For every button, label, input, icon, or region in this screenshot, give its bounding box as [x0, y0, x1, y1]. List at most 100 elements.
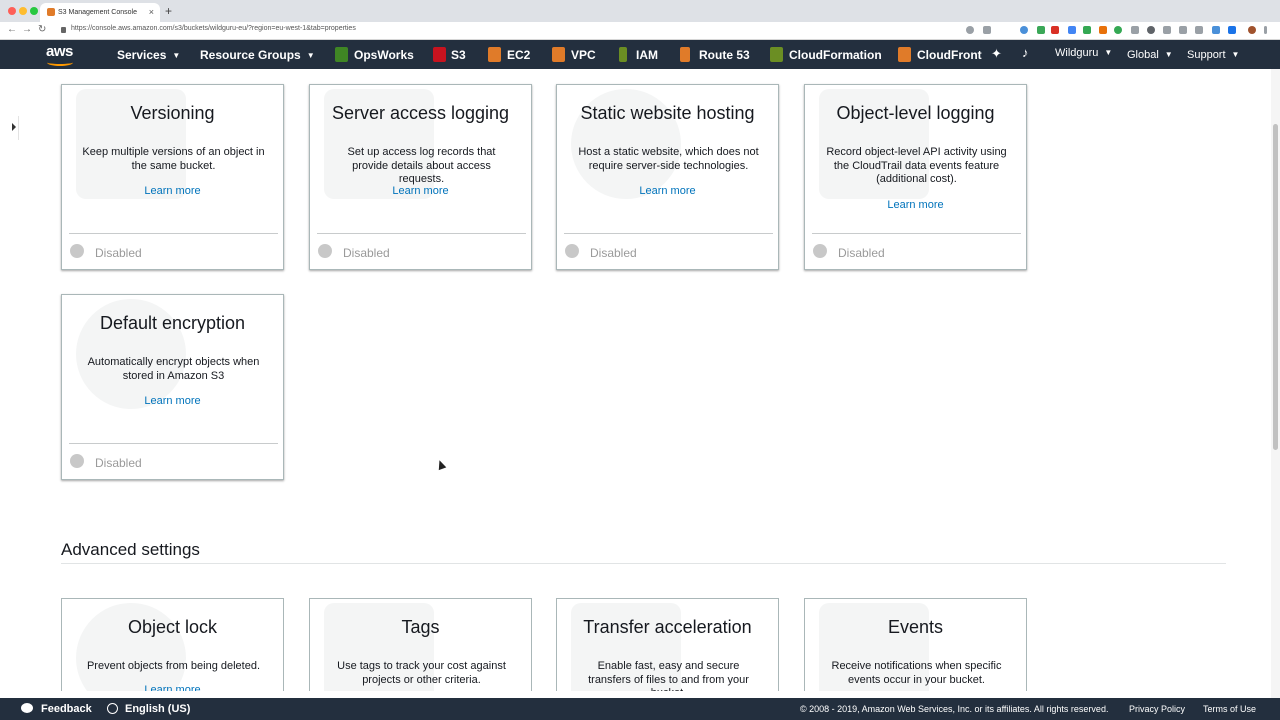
card-description: Record object-level API activity using t… [826, 146, 1007, 185]
extension-icon[interactable] [1228, 26, 1236, 34]
card-description: Automatically encrypt objects when store… [87, 356, 260, 382]
card-description: Keep multiple versions of an object in t… [82, 146, 265, 172]
extension-icon[interactable] [1020, 26, 1028, 34]
bell-icon[interactable]: ♪ [1022, 45, 1029, 60]
resource-groups-menu[interactable]: Resource Groups ▼ [200, 48, 315, 62]
status-text: Disabled [590, 246, 637, 260]
shortcut-iam[interactable]: IAM [636, 48, 658, 62]
feedback-link[interactable]: Feedback [41, 703, 92, 715]
zoom-icon[interactable] [966, 26, 974, 34]
card-title: Events [887, 617, 944, 637]
caret-right-icon[interactable] [12, 123, 16, 131]
learn-more-link[interactable]: Learn more [62, 395, 283, 407]
privacy-policy-link[interactable]: Privacy Policy [1129, 704, 1185, 714]
extension-icon[interactable] [1131, 26, 1139, 34]
forward-icon[interactable]: → [22, 23, 32, 37]
address-bar: ← → ↻ https://console.aws.amazon.com/s3/… [0, 22, 1280, 40]
card-title: Object-level logging [836, 103, 995, 123]
language-selector[interactable]: English (US) [125, 703, 190, 715]
extension-icon[interactable] [1212, 26, 1220, 34]
extension-icon[interactable] [1195, 26, 1203, 34]
region-menu[interactable]: Global ▼ [1127, 49, 1173, 61]
close-window-icon[interactable] [8, 7, 16, 15]
card-title: Default encryption [99, 313, 246, 333]
card-description: Prevent objects from being deleted. [86, 660, 261, 672]
browser-tab[interactable]: S3 Management Console × [40, 3, 160, 22]
shortcut-opsworks[interactable]: OpsWorks [354, 48, 414, 62]
maximize-window-icon[interactable] [30, 7, 38, 15]
extension-icon[interactable] [1114, 26, 1122, 34]
reload-icon[interactable]: ↻ [38, 23, 46, 37]
learn-more-link[interactable]: Learn more [310, 185, 531, 197]
card-divider [317, 233, 526, 234]
versioning-card[interactable]: Versioning Keep multiple versions of an … [61, 84, 284, 270]
bookmark-star-icon[interactable] [983, 26, 991, 34]
tags-card[interactable]: Tags Use tags to track your cost against… [309, 598, 532, 691]
static-website-hosting-card[interactable]: Static website hosting Host a static web… [556, 84, 779, 270]
profile-avatar[interactable] [1248, 26, 1256, 34]
card-title: Server access logging [331, 103, 510, 123]
default-encryption-card[interactable]: Default encryption Automatically encrypt… [61, 294, 284, 480]
events-card[interactable]: Events Receive notifications when specif… [804, 598, 1027, 691]
card-divider [69, 443, 278, 444]
shortcut-ec2[interactable]: EC2 [507, 48, 530, 62]
status-indicator-icon [318, 244, 332, 258]
minimize-window-icon[interactable] [19, 7, 27, 15]
tab-close-icon[interactable]: × [149, 3, 154, 22]
status-text: Disabled [95, 456, 142, 470]
card-divider [69, 233, 278, 234]
learn-more-link[interactable]: Learn more [557, 185, 778, 197]
support-menu[interactable]: Support ▼ [1187, 49, 1239, 61]
object-lock-card[interactable]: Object lock Prevent objects from being d… [61, 598, 284, 691]
aws-logo[interactable]: aws [46, 43, 73, 60]
back-icon[interactable]: ← [7, 23, 17, 37]
object-level-logging-card[interactable]: Object-level logging Record object-level… [804, 84, 1027, 270]
card-description: Set up access log records that provide d… [347, 146, 496, 185]
extension-icon[interactable] [1083, 26, 1091, 34]
terms-of-use-link[interactable]: Terms of Use [1203, 704, 1256, 714]
shortcut-cloudfront[interactable]: CloudFront [917, 48, 982, 62]
side-panel-toggle[interactable] [0, 116, 19, 140]
scrollbar-thumb[interactable] [1273, 124, 1278, 450]
browser-menu-icon[interactable] [1264, 26, 1267, 34]
card-title: Transfer acceleration [583, 617, 752, 637]
card-description: Host a static website, which does not re… [578, 146, 759, 172]
server-access-logging-card[interactable]: Server access logging Set up access log … [309, 84, 532, 270]
extension-icon[interactable] [1163, 26, 1171, 34]
learn-more-link[interactable]: Learn more [62, 684, 283, 691]
shortcut-route53[interactable]: Route 53 [699, 48, 750, 62]
card-title: Static website hosting [580, 103, 755, 123]
shortcut-vpc[interactable]: VPC [571, 48, 596, 62]
url-field[interactable]: https://console.aws.amazon.com/s3/bucket… [71, 25, 356, 32]
gmail-extension-icon[interactable] [1051, 26, 1059, 34]
feedback-bubble-icon[interactable] [21, 703, 33, 713]
card-description: Receive notifications when specific even… [831, 660, 1002, 686]
status-text: Disabled [95, 246, 142, 260]
extension-icon[interactable] [1179, 26, 1187, 34]
shortcut-s3[interactable]: S3 [451, 48, 466, 62]
console-footer: Feedback English (US) © 2008 - 2019, Ama… [0, 698, 1280, 720]
learn-more-link[interactable]: Learn more [62, 185, 283, 197]
shortcut-cloudformation[interactable]: CloudFormation [789, 48, 882, 62]
account-menu[interactable]: Wildguru ▼ [1055, 47, 1112, 59]
services-menu[interactable]: Services ▼ [117, 48, 180, 62]
card-description: Enable fast, easy and secure transfers o… [588, 660, 749, 691]
extension-icon[interactable] [1068, 26, 1076, 34]
vpc-icon [552, 47, 565, 62]
status-indicator-icon [70, 454, 84, 468]
extension-icon[interactable] [1147, 26, 1155, 34]
section-divider [61, 563, 1226, 564]
extension-icon[interactable] [1099, 26, 1107, 34]
advanced-settings-heading: Advanced settings [61, 540, 200, 559]
new-tab-icon[interactable]: + [165, 3, 172, 20]
pin-icon[interactable]: ✦ [991, 46, 1002, 62]
globe-icon[interactable] [107, 703, 118, 714]
status-indicator-icon [813, 244, 827, 258]
status-indicator-icon [70, 244, 84, 258]
transfer-acceleration-card[interactable]: Transfer acceleration Enable fast, easy … [556, 598, 779, 691]
aws-logo-smile [47, 59, 73, 66]
card-title: Versioning [130, 103, 215, 123]
learn-more-link[interactable]: Learn more [805, 199, 1026, 211]
extension-icon[interactable] [1037, 26, 1045, 34]
mouse-cursor-icon [435, 458, 447, 471]
